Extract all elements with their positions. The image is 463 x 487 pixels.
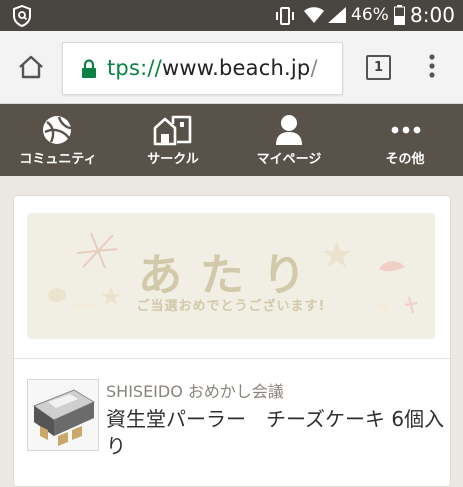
nav-item-mypage[interactable]: マイページ xyxy=(231,104,347,176)
community-icon xyxy=(41,114,73,150)
url-bar[interactable]: tps://www.beach.jp/ xyxy=(62,42,343,95)
product-image[interactable] xyxy=(27,379,99,451)
clock: 8:00 xyxy=(410,3,455,27)
nav-item-circle[interactable]: サークル xyxy=(115,104,231,176)
wifi-icon xyxy=(303,6,325,28)
mypage-icon xyxy=(275,114,303,150)
divider xyxy=(14,358,450,359)
site-nav: コミュニティ サークル マイページ その他 xyxy=(0,104,463,176)
overflow-menu-icon[interactable] xyxy=(428,53,436,83)
shield-icon xyxy=(12,4,32,31)
nav-item-community[interactable]: コミュニティ xyxy=(0,104,115,176)
winner-banner: あたり ご当選おめでとうございます! xyxy=(27,213,435,339)
url-scheme: tps:// xyxy=(107,56,162,80)
url-host: www.beach.jp xyxy=(161,56,311,80)
url-text: tps://www.beach.jp/ xyxy=(107,56,318,80)
lock-icon xyxy=(81,59,97,83)
battery-percent: 46% xyxy=(351,5,389,25)
nav-label-circle: サークル xyxy=(147,152,199,167)
banner-title: あたり xyxy=(138,250,324,301)
browser-toolbar: tps://www.beach.jp/ 1 xyxy=(0,31,463,104)
battery-icon xyxy=(394,5,405,29)
tab-switcher-button[interactable]: 1 xyxy=(366,55,391,80)
home-icon[interactable] xyxy=(18,55,44,83)
nav-label-mypage: マイページ xyxy=(256,152,322,167)
status-bar: 46% 8:00 xyxy=(0,0,463,31)
url-path: / xyxy=(310,56,318,80)
prize-card: あたり ご当選おめでとうございます! SHISEIDO おめかし会議 資生堂パー… xyxy=(13,195,451,487)
nav-label-more: その他 xyxy=(385,152,425,167)
product-brand: SHISEIDO おめかし会議 xyxy=(106,382,284,401)
product-box-icon xyxy=(32,389,96,446)
nav-item-more[interactable]: その他 xyxy=(347,104,463,176)
signal-icon xyxy=(327,6,347,28)
nav-label-community: コミュニティ xyxy=(19,152,97,167)
product-title[interactable]: 資生堂パーラー チーズケーキ 6個入り xyxy=(106,406,446,460)
more-icon xyxy=(391,120,421,139)
vibrate-icon xyxy=(274,6,296,30)
banner-subtitle: ご当選おめでとうございます! xyxy=(136,299,326,314)
circle-icon xyxy=(153,114,193,150)
